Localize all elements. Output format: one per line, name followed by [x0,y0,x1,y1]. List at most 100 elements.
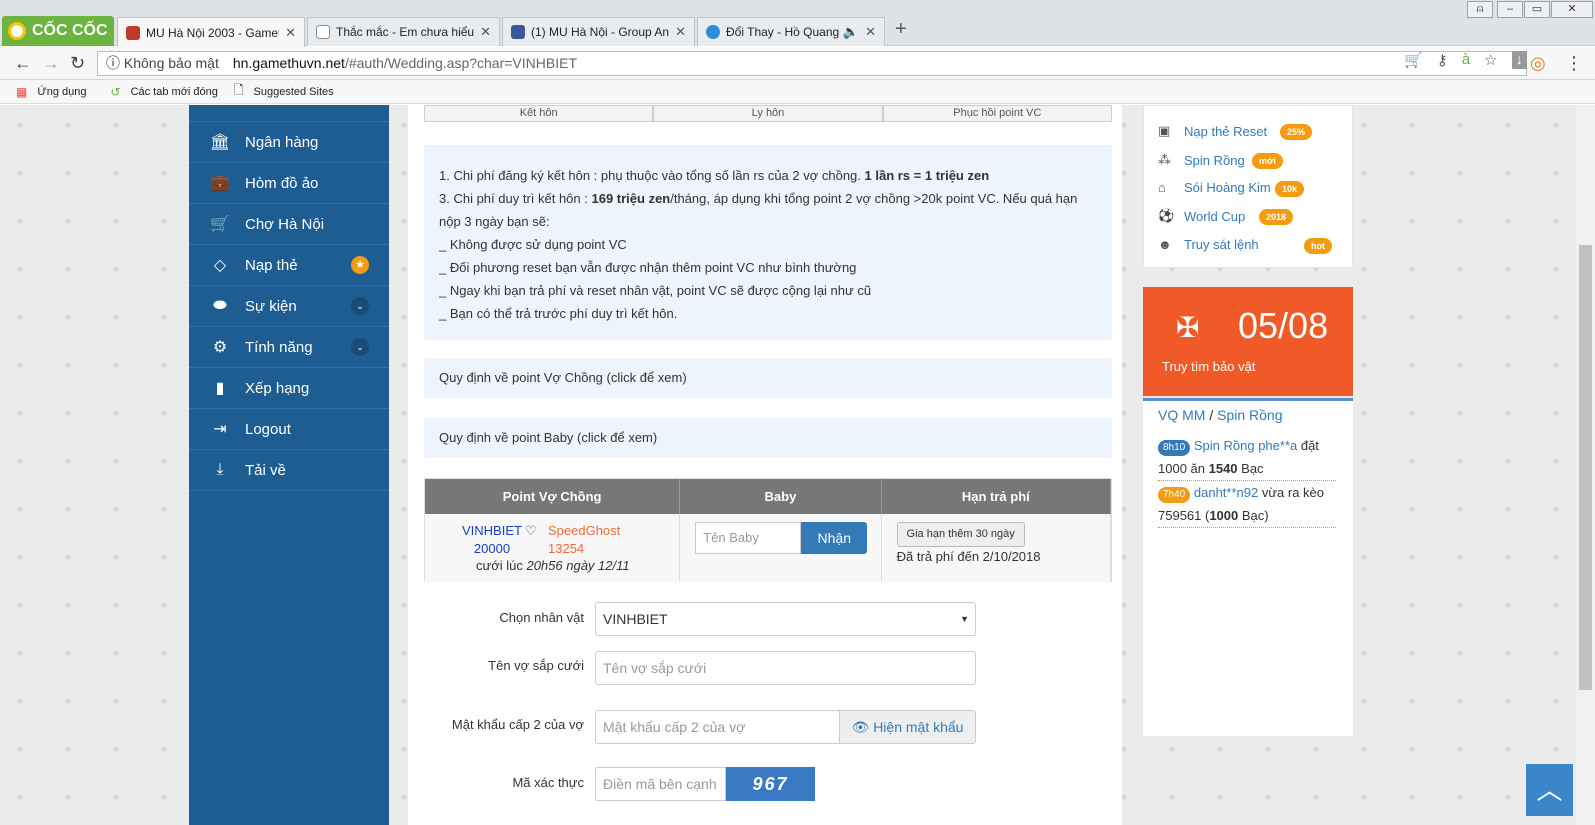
back-arrow-icon[interactable]: ← [14,53,32,74]
sidebar-item-xep-hang[interactable]: ▮ Xếp hạng [189,368,389,409]
collapse-point-baby[interactable]: Quy định về point Baby (click để xem) [424,418,1112,458]
baby-name-input[interactable]: Tên Baby [695,522,802,554]
link-truy-sat-lenh[interactable]: ☻ Truy sát lệnh [1158,237,1259,252]
receive-baby-button[interactable]: Nhận [801,522,868,554]
captcha-label: Mã xác thực [512,775,584,790]
feed-item: 8h10 Spin Rồng phe**a đặt 1000 ăn 1540 B… [1158,434,1336,481]
url-input[interactable]: ⓘ Không bảo mật hn.gamethuvn.net/#auth/We… [97,51,1527,76]
forward-arrow-icon[interactable]: → [42,53,60,74]
tab-mu-hanoi[interactable]: MU Hà Nội 2003 - GamethuVN✕ [117,17,305,47]
tab-doi-thay[interactable]: Đổi Thay - Hồ Quang Hiếu🔈✕ [697,17,885,46]
link-world-cup[interactable]: ⚽ World Cup [1158,208,1245,224]
rule-line: 1. Chi phí đăng ký kết hôn : phụ thuộc v… [439,168,990,183]
bookmark-recent-tabs[interactable]: ↺ Các tab mới đóng [111,85,218,99]
page-scrollbar[interactable] [1576,105,1595,825]
captcha-image[interactable]: 967 [726,767,815,801]
chevron-up-icon: ︿ [1536,775,1563,805]
scroll-to-top-button[interactable]: ︿ [1526,764,1573,816]
page-favicon-icon [316,25,330,39]
sidebar-item-hom-do-ao[interactable]: 💼 Hòm đồ ảo [189,163,389,204]
promo-date: 05/08 [1238,305,1329,346]
caret-down-icon: ▼ [960,614,969,624]
feed-header: VQ MM / Spin Rồng [1158,407,1283,423]
new-tab-plus-icon[interactable]: + [895,18,907,41]
soccer-ball-icon: ⚽ [1158,208,1175,223]
heart-icon: ♡ [525,523,537,538]
sidebar-top-partial [189,105,389,122]
more-menu-icon[interactable]: ⋮ [1565,53,1583,74]
music-favicon-icon [706,25,720,39]
sidebar-item-tinh-nang[interactable]: ⚙ Tính năng ⌄ [189,327,389,368]
url-host: hn.gamethuvn.net [232,55,345,71]
chevron-down-icon[interactable]: ⌄ [351,297,369,315]
char-label: Chọn nhân vật [499,610,584,625]
apps-grid-icon: ▦ [16,84,28,99]
rule-line: 3. Chi phí duy trì kết hôn : 169 triệu z… [439,191,1078,229]
show-password-button[interactable]: 👁 Hiện mật khẩu [839,710,976,744]
badge-hot: hot [1304,238,1332,254]
suitcase-icon: 💼 [210,175,230,192]
language-icon[interactable]: à [1462,51,1470,69]
download-arrow-icon[interactable]: ↓ [1511,51,1527,69]
activity-feed: VQ MM / Spin Rồng 8h10 Spin Rồng phe**a … [1143,398,1353,736]
sidebar-item-su-kien[interactable]: ⬬ Sự kiện ⌄ [189,286,389,327]
chevron-down-icon[interactable]: ⌄ [351,338,369,356]
info-icon[interactable]: ⓘ [106,55,120,71]
page-icon: 🗋 [233,83,244,97]
key-icon[interactable]: ⚷ [1437,51,1448,69]
spouse-name-input[interactable]: Tên vợ sắp cưới [595,651,976,685]
gears-icon: ⚙ [212,339,228,356]
archer-icon: ✠ [1176,312,1200,343]
profile-icon[interactable]: ⍝ [1467,1,1493,18]
link-spin-rong[interactable]: ⁂ Spin Rồng [1158,152,1245,168]
tab-facebook-group[interactable]: (1) MU Hà Nội - Group Anh Em✕ [502,17,695,46]
sidebar-item-tai-ve[interactable]: ⤓ Tải về [189,450,389,491]
coccoc-menu-icon[interactable]: ◎ [1530,53,1546,74]
password-input[interactable]: Mật khẩu cấp 2 của vợ [595,710,840,744]
close-icon[interactable]: ✕ [480,24,491,40]
bookmark-suggested-sites[interactable]: 🗋 Suggested Sites [234,81,334,102]
sidebar-item-ngan-hang[interactable]: 🏛 Ngân hàng [189,122,389,163]
tab-ket-hon[interactable]: Kết hôn [424,105,654,122]
eye-icon: 👁 [851,719,870,735]
collapse-point-vc[interactable]: Quy định về point Vợ Chồng (click để xem… [424,358,1112,398]
minimize-icon[interactable]: – [1497,1,1523,18]
link-soi-hoang-kim[interactable]: ⌂ Sói Hoàng Kim [1158,180,1271,195]
speaker-icon[interactable]: 🔈 [843,24,859,40]
shopping-cart-icon[interactable]: 🛒 [1404,51,1423,69]
main-content: Kết hôn Ly hôn Phục hồi point VC 1. Chi … [408,105,1122,825]
reload-icon[interactable]: ↻ [70,53,85,74]
wedding-tabs: Kết hôn Ly hôn Phục hồi point VC [424,105,1112,122]
sidebar-item-logout[interactable]: ⇥ Logout [189,409,389,450]
treasure-hunt-banner[interactable]: ✠ 05/08 Truy tìm bảo vật [1143,287,1353,396]
coccoc-logo[interactable]: CỐC CỐC [2,16,114,46]
link-nap-the-reset[interactable]: ▣ Nạp thẻ Reset [1158,123,1267,139]
maximize-icon[interactable]: ▭ [1524,1,1550,18]
url-actions: 🛒 ⚷ à ☆ ↓ [1404,51,1527,69]
paid-until-text: Đã trả phí đến 2/10/2018 [896,549,1041,564]
insecure-label[interactable]: Không bảo mật [124,55,219,71]
extend-30-days-button[interactable]: Gia hạn thêm 30 ngày [896,522,1025,547]
tab-thac-mac[interactable]: Thắc mắc - Em chưa hiểu anh✕ [307,17,500,46]
char-select[interactable]: VINHBIET ▼ [595,602,976,636]
star-icon[interactable]: ☆ [1484,51,1497,69]
close-icon[interactable]: ✕ [675,24,686,40]
table-row: VINHBIET 20000 ♡ SpeedGhost 13254 cưới lúc… [425,514,1111,582]
captcha-input[interactable]: Điền mã bên cạnh [595,767,726,801]
bookmarks-bar: ▦ Ứng dụng ↺ Các tab mới đóng 🗋 Suggested S… [0,80,1595,104]
tab-ly-hon[interactable]: Ly hôn [653,105,883,122]
badge-moi: mới [1252,153,1283,169]
sidebar-item-cho-ha-noi[interactable]: 🛒 Chợ Hà Nội [189,204,389,245]
rule-line: _ Bạn có thể trả trước phí duy trì kết h… [439,306,678,321]
gift-icon: ⌂ [1158,180,1166,195]
sidebar-item-nap-the[interactable]: ◇ Nạp thẻ ★ [189,245,389,286]
close-icon[interactable]: ✕ [865,24,876,40]
close-icon[interactable]: ✕ [285,25,296,41]
wife-info: SpeedGhost 13254 [548,523,621,556]
pw-label: Mật khẩu cấp 2 của vợ [451,717,584,732]
tab-phuc-hoi-point-vc[interactable]: Phục hồi point VC [882,105,1112,122]
scrollbar-thumb[interactable] [1579,245,1592,690]
money-icon: ▣ [1158,123,1171,138]
bookmark-apps[interactable]: ▦ Ứng dụng [16,85,87,99]
close-window-icon[interactable]: ✕ [1551,1,1593,18]
